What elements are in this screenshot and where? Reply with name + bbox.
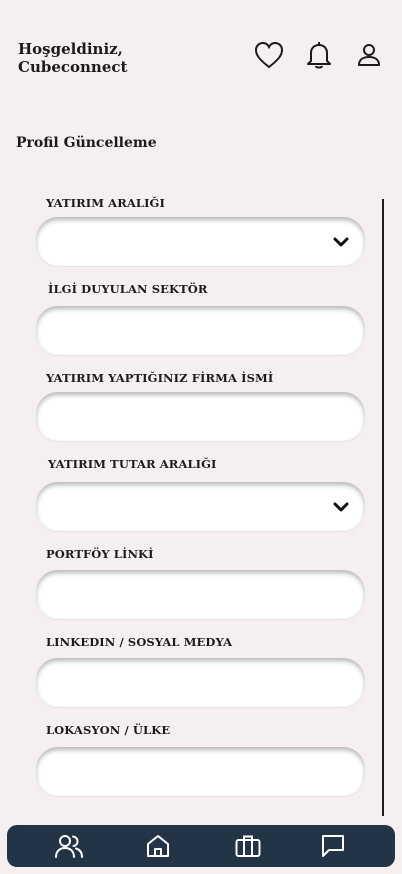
investment-amount-range-label: YATIRIM TUTAR ARALIĞI bbox=[48, 457, 217, 471]
page-title: Profil Güncelleme bbox=[16, 135, 157, 151]
users-icon bbox=[55, 835, 83, 858]
sector-interest-field[interactable] bbox=[52, 321, 349, 340]
favorites-button[interactable] bbox=[253, 39, 285, 71]
invested-company-label: YATIRIM YAPTIĞINIZ FİRMA İSMİ bbox=[46, 371, 274, 385]
nav-home[interactable] bbox=[144, 832, 172, 860]
portfolio-link-label: PORTFÖY LİNKİ bbox=[46, 547, 154, 561]
linkedin-social-field[interactable] bbox=[52, 673, 349, 692]
profile-button[interactable] bbox=[353, 39, 385, 71]
linkedin-social-label: LINKEDIN / SOSYAL MEDYA bbox=[46, 635, 233, 649]
notifications-button[interactable] bbox=[303, 39, 335, 71]
sector-interest-label: İLGİ DUYULAN SEKTÖR bbox=[48, 282, 208, 296]
linkedin-social-input[interactable] bbox=[36, 658, 365, 707]
bell-icon bbox=[307, 42, 331, 69]
chevron-down-icon bbox=[333, 237, 349, 246]
nav-portfolio[interactable] bbox=[234, 832, 262, 860]
invested-company-input[interactable] bbox=[36, 392, 365, 441]
nav-community[interactable] bbox=[55, 832, 83, 860]
greeting: Hoşgeldiniz, Cubeconnect bbox=[18, 40, 127, 76]
app-header: Hoşgeldiniz, Cubeconnect bbox=[0, 0, 402, 100]
investment-amount-range-select[interactable] bbox=[36, 482, 365, 531]
location-country-input[interactable] bbox=[36, 747, 365, 796]
bottom-navigation bbox=[7, 825, 395, 867]
investment-range-select[interactable] bbox=[36, 217, 365, 266]
heart-icon bbox=[254, 41, 284, 69]
portfolio-link-input[interactable] bbox=[36, 570, 365, 619]
briefcase-icon bbox=[235, 835, 261, 857]
invested-company-field[interactable] bbox=[52, 407, 349, 426]
portfolio-link-field[interactable] bbox=[52, 585, 349, 604]
user-icon bbox=[358, 44, 380, 66]
scrollbar[interactable] bbox=[382, 199, 384, 816]
chevron-down-icon bbox=[333, 502, 349, 511]
greeting-line-2: Cubeconnect bbox=[18, 58, 128, 76]
investment-range-label: YATIRIM ARALIĞI bbox=[46, 196, 165, 210]
location-country-field[interactable] bbox=[52, 762, 349, 781]
chat-icon bbox=[322, 835, 344, 857]
greeting-line-1: Hoşgeldiniz, bbox=[18, 40, 123, 58]
nav-messages[interactable] bbox=[319, 832, 347, 860]
home-icon bbox=[147, 835, 169, 857]
location-country-label: LOKASYON / ÜLKE bbox=[46, 723, 171, 737]
sector-interest-input[interactable] bbox=[36, 306, 365, 355]
